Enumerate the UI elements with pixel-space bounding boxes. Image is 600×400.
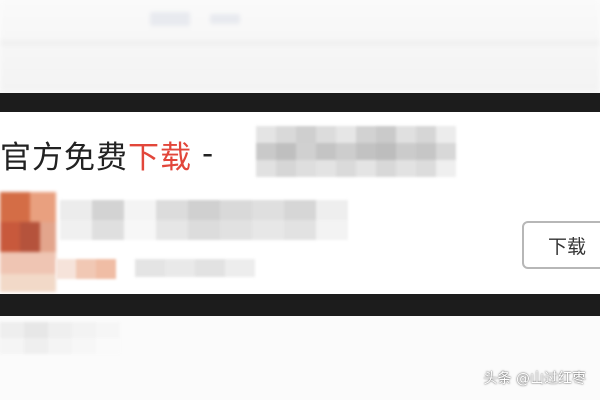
title-highlight: 下载 [128, 139, 192, 176]
censored-title-mosaic [256, 126, 456, 177]
title-prefix: 官方免费 [0, 139, 128, 176]
frame-top-border [0, 93, 600, 112]
censored-app-tags [56, 259, 116, 279]
censored-app-meta [135, 259, 255, 277]
listing-title: 官方免费 下载 - [0, 134, 226, 176]
blurred-header-region [0, 0, 600, 92]
download-button[interactable]: 下载 [522, 221, 600, 269]
censored-footer-text [0, 322, 120, 354]
title-separator: - [202, 136, 215, 172]
frame-bottom-border [0, 294, 600, 316]
watermark-text: 头条 @山过红枣 [483, 371, 586, 387]
screenshot-stage: 官方免费 下载 - 下载 头条 @山过红枣 [0, 0, 600, 400]
censored-app-name [60, 200, 348, 240]
app-download-card: 官方免费 下载 - 下载 [0, 112, 600, 294]
app-icon [0, 192, 56, 292]
blurred-footer-region: 头条 @山过红枣 [0, 316, 600, 400]
